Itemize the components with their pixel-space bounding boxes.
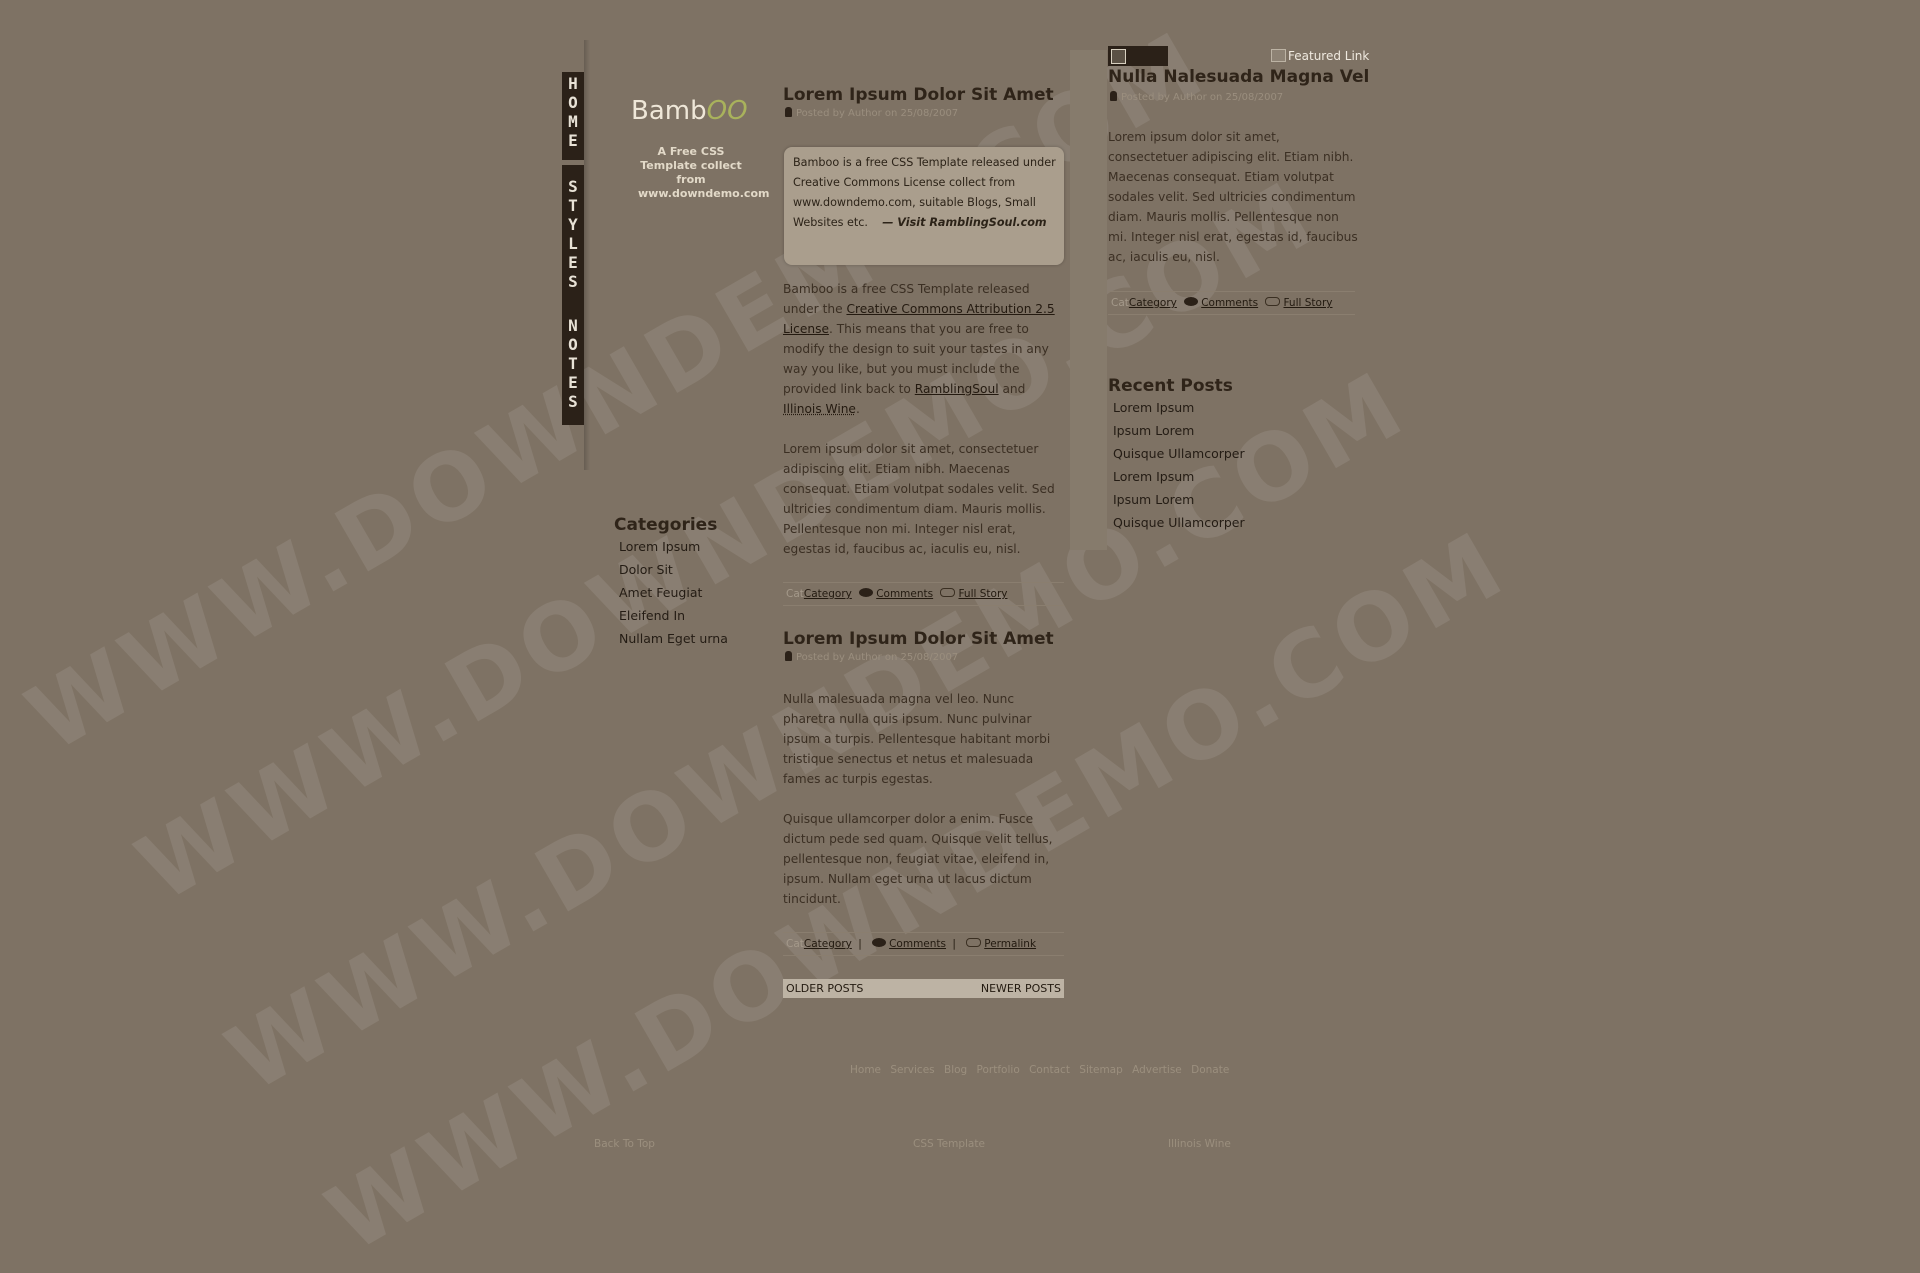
comment-bubble-icon (1184, 297, 1199, 306)
recent-post-item[interactable]: Quisque Ullamcorper (1113, 511, 1353, 534)
illinois-wine-footer-link[interactable]: Illinois Wine (1168, 1138, 1231, 1150)
recent-posts-list: Lorem Ipsum Ipsum Lorem Quisque Ullamcor… (1113, 396, 1353, 534)
nav-home[interactable]: HOME (562, 72, 584, 160)
footer-link[interactable]: Home (850, 1064, 881, 1076)
full-story-link[interactable]: Full Story (1283, 297, 1332, 309)
category-link[interactable]: Category (804, 938, 852, 950)
post-meta-text: Posted by Author on 25/08/2007 (796, 108, 959, 119)
post-paragraph: Lorem ipsum dolor sit amet, consectetuer… (783, 442, 1055, 556)
featured-footer: CatCategory Comments Full Story (1108, 291, 1355, 315)
post-footer: CatCategory Comments Full Story (783, 582, 1064, 606)
user-icon (785, 107, 792, 117)
nav-notes-label: NOTES (568, 316, 578, 411)
footer-link[interactable]: Services (890, 1064, 934, 1076)
paragraph-text: and (998, 382, 1026, 396)
comments-link[interactable]: Comments (876, 588, 933, 600)
tagline-line: A Free CSS (657, 145, 725, 158)
post-paragraph: Quisque ullamcorper dolor a enim. Fusce … (783, 812, 1053, 906)
recent-posts-title: Recent Posts (1108, 376, 1233, 396)
full-story-link[interactable]: Full Story (958, 588, 1007, 600)
post-title[interactable]: Lorem Ipsum Dolor Sit Amet (783, 629, 1054, 649)
pagination: OLDER POSTS NEWER POSTS (783, 979, 1064, 998)
permalink-arrow-icon (966, 938, 982, 947)
footer-link[interactable]: Contact (1029, 1064, 1070, 1076)
nav-home-label: HOME (568, 74, 578, 150)
featured-link-label: Featured Link (1288, 49, 1370, 63)
tagline-line: Template collect (640, 159, 742, 172)
nav-styles[interactable]: STYLES (562, 165, 584, 313)
featured-meta-text: Posted by Author on 25/08/2007 (1121, 92, 1284, 103)
illinois-wine-link[interactable]: Illinois Wine (783, 402, 856, 416)
category-item[interactable]: Amet Feugiat (619, 581, 728, 604)
column-divider (1070, 50, 1107, 550)
post-meta: Posted by Author on 25/08/2007 (785, 107, 958, 119)
footer-link[interactable]: Donate (1191, 1064, 1229, 1076)
category-item[interactable]: Eleifend In (619, 604, 728, 627)
categories-title: Categories (614, 515, 718, 535)
category-link[interactable]: Category (804, 588, 852, 600)
permalink-link[interactable]: Permalink (984, 938, 1036, 950)
ramblingsoul-link[interactable]: RamblingSoul (915, 382, 999, 396)
quote-link[interactable]: — Visit RamblingSoul.com (882, 216, 1046, 229)
quote-box: Bamboo is a free CSS Template released u… (784, 147, 1064, 265)
nav-notes[interactable]: NOTES (562, 304, 584, 425)
footer-link[interactable]: Portfolio (977, 1064, 1020, 1076)
recent-post-item[interactable]: Lorem Ipsum (1113, 465, 1353, 488)
css-template-link[interactable]: CSS Template (913, 1138, 985, 1150)
footer-link[interactable]: Sitemap (1079, 1064, 1123, 1076)
site-logo[interactable]: BambOO (631, 96, 748, 126)
full-story-arrow-icon (940, 588, 956, 597)
nav-styles-label: STYLES (568, 177, 578, 291)
older-posts-button[interactable]: OLDER POSTS (786, 979, 863, 998)
category-item[interactable]: Dolor Sit (619, 558, 728, 581)
recent-post-item[interactable]: Ipsum Lorem (1113, 419, 1353, 442)
category-image: Cat (786, 588, 804, 600)
featured-image[interactable] (1108, 46, 1168, 66)
post-title[interactable]: Lorem Ipsum Dolor Sit Amet (783, 85, 1054, 105)
back-to-top-link[interactable]: Back To Top (594, 1138, 655, 1150)
featured-link[interactable]: Featured Link (1271, 49, 1369, 63)
logo-accent: OO (706, 96, 748, 126)
footer-nav: Home Services Blog Portfolio Contact Sit… (850, 1064, 1235, 1076)
left-column-shadow (584, 40, 590, 470)
separator: | (952, 938, 956, 950)
site-tagline: A Free CSS Template collect from www.dow… (626, 145, 770, 201)
broken-image-icon (1271, 49, 1286, 62)
comments-link[interactable]: Comments (889, 938, 946, 950)
featured-meta: Posted by Author on 25/08/2007 (1110, 91, 1283, 103)
post-paragraph: Nulla malesuada magna vel leo. Nunc phar… (783, 692, 1051, 786)
broken-image-icon (1111, 49, 1126, 64)
user-icon (1110, 91, 1117, 101)
post-footer: CatCategory | Comments | Permalink (783, 932, 1064, 956)
recent-post-item[interactable]: Quisque Ullamcorper (1113, 442, 1353, 465)
tagline-line: www.downdemo.com (638, 187, 770, 200)
category-item[interactable]: Nullam Eget urna (619, 627, 728, 650)
featured-text: Lorem ipsum dolor sit amet, consectetuer… (1108, 130, 1358, 264)
logo-main: Bamb (631, 96, 707, 126)
quote-text: Bamboo is a free CSS Template released u… (793, 153, 1061, 233)
comments-link[interactable]: Comments (1201, 297, 1258, 309)
newer-posts-button[interactable]: NEWER POSTS (981, 979, 1061, 998)
post-paragraph: Bamboo is a free CSS Template released u… (783, 279, 1061, 419)
recent-post-item[interactable]: Lorem Ipsum (1113, 396, 1353, 419)
footer-link[interactable]: Advertise (1132, 1064, 1182, 1076)
category-image: Cat (786, 938, 804, 950)
category-link[interactable]: Category (1129, 297, 1177, 309)
categories-list: Lorem Ipsum Dolor Sit Amet Feugiat Eleif… (619, 535, 728, 650)
post-meta: Posted by Author on 25/08/2007 (785, 651, 958, 663)
comment-bubble-icon (872, 938, 887, 947)
comment-bubble-icon (859, 588, 874, 597)
recent-post-item[interactable]: Ipsum Lorem (1113, 488, 1353, 511)
user-icon (785, 651, 792, 661)
full-story-arrow-icon (1265, 297, 1281, 306)
post-meta-text: Posted by Author on 25/08/2007 (796, 652, 959, 663)
separator: | (858, 938, 862, 950)
category-image: Cat (1111, 297, 1129, 309)
tagline-line: from (676, 173, 706, 186)
featured-title[interactable]: Nulla Nalesuada Magna Vel (1108, 67, 1369, 87)
paragraph-text: . (855, 402, 860, 416)
category-item[interactable]: Lorem Ipsum (619, 535, 728, 558)
footer-link[interactable]: Blog (944, 1064, 967, 1076)
